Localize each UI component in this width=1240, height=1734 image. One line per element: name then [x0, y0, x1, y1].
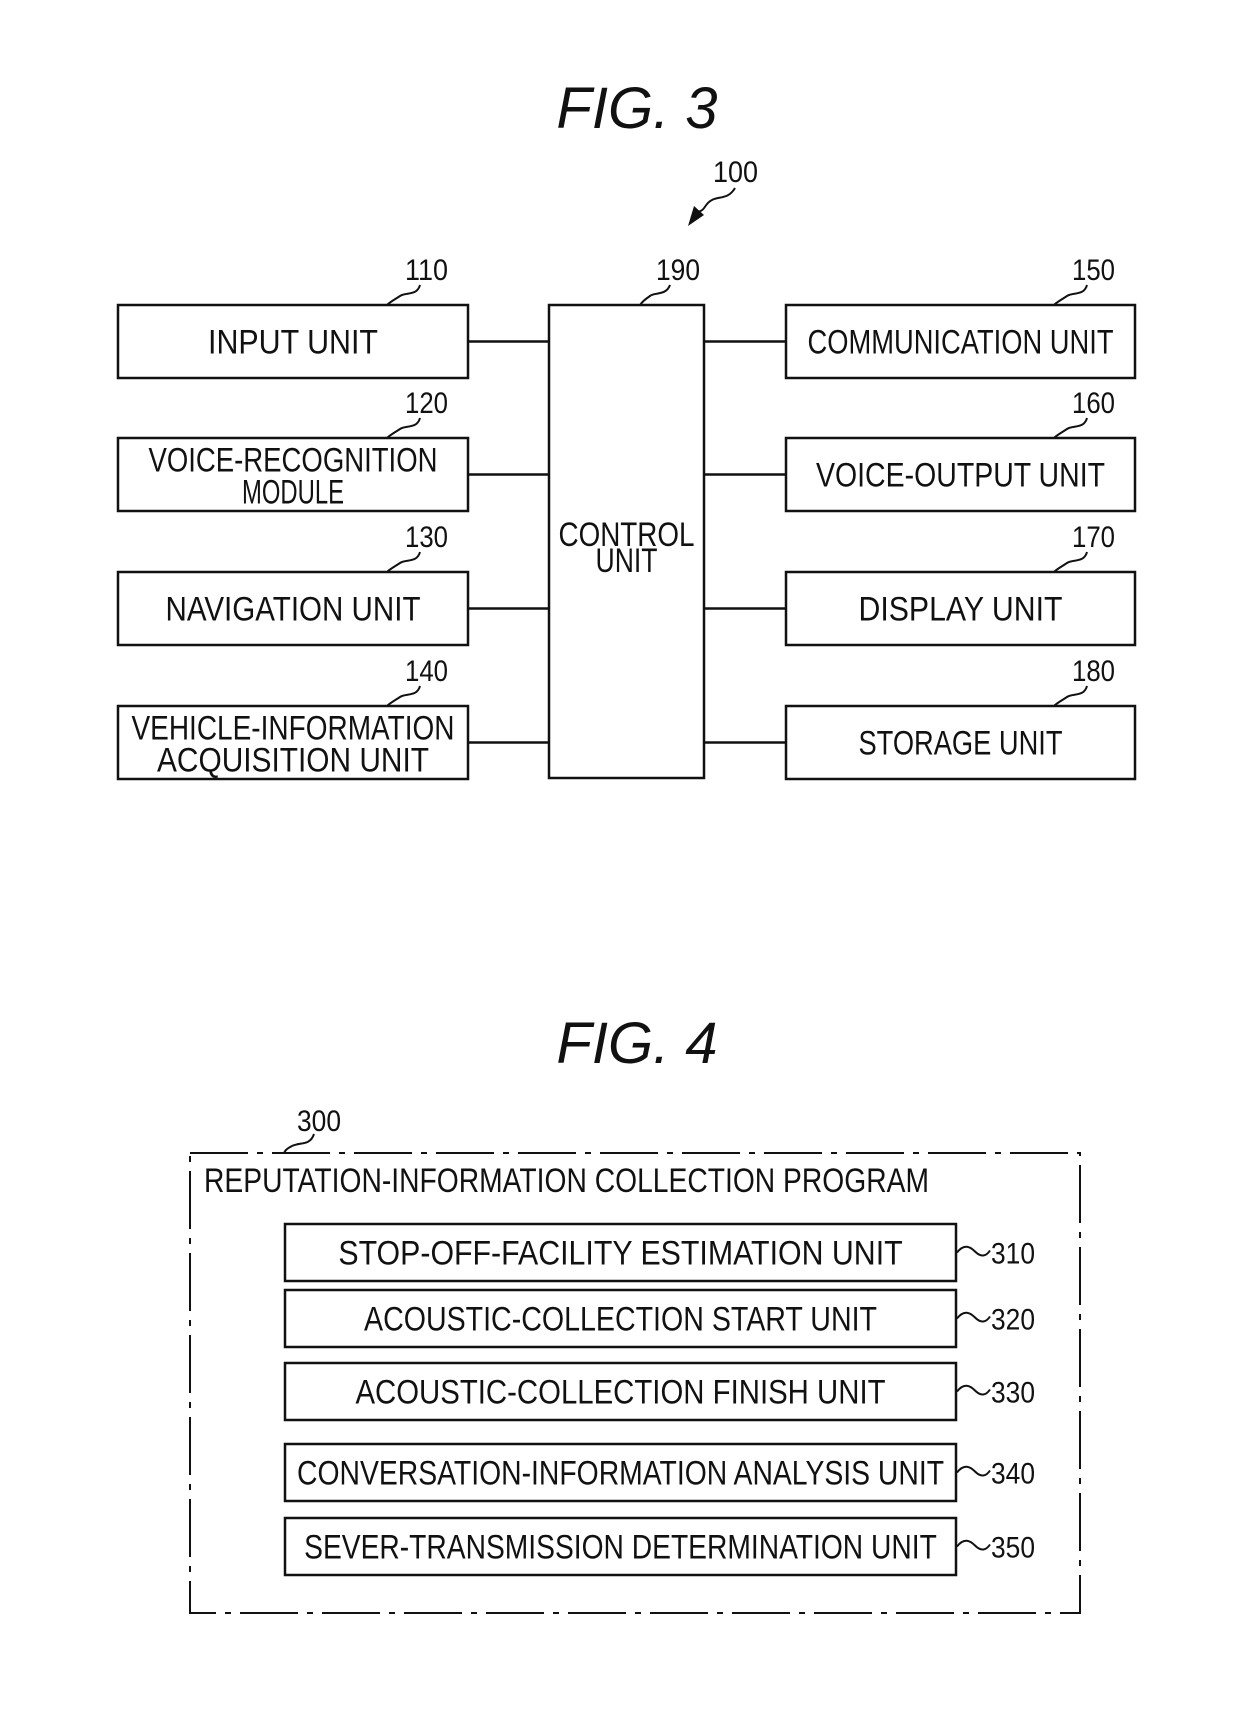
right-unit-150: 150 COMMUNICATION UNIT	[704, 254, 1137, 380]
unit-label-line: ACQUISITION UNIT	[157, 742, 429, 780]
ref-leader	[386, 685, 421, 707]
unit-label-line: MODULE	[242, 474, 344, 512]
module-340: CONVERSATION-INFORMATION ANALYSIS UNIT 34…	[283, 1442, 1035, 1503]
unit-label-line: INPUT UNIT	[208, 324, 378, 362]
module-310: STOP-OFF-FACILITY ESTIMATION UNIT 310	[283, 1222, 1035, 1283]
fig4-title: FIG. 4	[556, 1011, 717, 1076]
control-unit-ref: 190	[656, 254, 700, 287]
ref-leader	[386, 284, 421, 306]
arrow-head-icon	[688, 206, 704, 226]
left-unit-130: 130 NAVIGATION UNIT	[116, 521, 549, 647]
tilde-leader-icon	[956, 1465, 991, 1477]
program-module-list: STOP-OFF-FACILITY ESTIMATION UNIT 310 ACOU…	[283, 1222, 1035, 1577]
unit-label-line: NAVIGATION UNIT	[166, 591, 421, 629]
unit-label-line: DISPLAY UNIT	[859, 591, 1063, 629]
unit-ref-number: 170	[1072, 521, 1115, 554]
right-unit-column: 150 COMMUNICATION UNIT 160 VOICE-OUTPUT UNI…	[704, 254, 1137, 781]
program-title: REPUTATION-INFORMATION COLLECTION PROGRA…	[204, 1162, 929, 1200]
module-ref-number: 340	[991, 1458, 1035, 1491]
module-350: SEVER-TRANSMISSION DETERMINATION UNIT 350	[283, 1516, 1035, 1577]
system-ref-leader	[697, 187, 736, 213]
unit-ref-number: 120	[405, 387, 448, 420]
unit-ref-number: 160	[1072, 387, 1115, 420]
module-label: STOP-OFF-FACILITY ESTIMATION UNIT	[338, 1235, 902, 1273]
tilde-leader-icon	[956, 1384, 991, 1396]
left-unit-120: 120VOICE-RECOGNITIONMODULE	[116, 387, 549, 513]
system-ref-number: 100	[713, 156, 758, 189]
program-ref: 300	[297, 1105, 341, 1138]
right-unit-170: 170 DISPLAY UNIT	[704, 521, 1137, 647]
ref-leader	[1053, 284, 1088, 306]
unit-ref-number: 130	[405, 521, 448, 554]
unit-label-line: COMMUNICATION UNIT	[808, 324, 1114, 362]
ref-leader	[1053, 417, 1088, 439]
module-320: ACOUSTIC-COLLECTION START UNIT 320	[283, 1288, 1035, 1349]
module-ref-number: 320	[991, 1304, 1035, 1337]
right-unit-160: 160 VOICE-OUTPUT UNIT	[704, 387, 1137, 513]
tilde-leader-icon	[956, 1245, 991, 1257]
tilde-leader-icon	[956, 1311, 991, 1323]
right-unit-180: 180 STORAGE UNIT	[704, 655, 1137, 781]
module-ref-number: 310	[991, 1238, 1035, 1271]
ref-leader	[1053, 685, 1088, 707]
unit-ref-number: 110	[405, 254, 448, 287]
unit-ref-number: 180	[1072, 655, 1115, 688]
patent-drawing-sheet: FIG. 3 100 190 CONTROL UNIT 110 INPUT UNI…	[116, 76, 1137, 1614]
fig3-title: FIG. 3	[556, 76, 717, 141]
left-unit-column: 110INPUT UNIT120VOICE-RECOGNITIONMODULE1…	[116, 254, 549, 781]
fig3-block-diagram: FIG. 3 100 190 CONTROL UNIT 110 INPUT UNI…	[116, 76, 1137, 781]
left-unit-110: 110 INPUT UNIT	[116, 254, 549, 380]
module-label: SEVER-TRANSMISSION DETERMINATION UNIT	[304, 1529, 937, 1567]
system-reference: 100	[688, 156, 758, 226]
module-label: CONVERSATION-INFORMATION ANALYSIS UNIT	[297, 1455, 944, 1493]
ref-leader	[386, 417, 421, 439]
control-unit-label-line2: UNIT	[596, 542, 658, 580]
unit-label-line: VOICE-OUTPUT UNIT	[816, 457, 1105, 495]
module-ref-number: 330	[991, 1377, 1035, 1410]
tilde-leader-icon	[956, 1539, 991, 1551]
left-unit-140: 140VEHICLE-INFORMATIONACQUISITION UNIT	[116, 655, 549, 781]
module-label: ACOUSTIC-COLLECTION FINISH UNIT	[355, 1374, 885, 1412]
control-unit-leader	[639, 284, 671, 306]
control-unit: 190 CONTROL UNIT	[547, 254, 706, 780]
fig4-program-diagram: FIG. 4 300 REPUTATION-INFORMATION COLLEC…	[189, 1011, 1081, 1614]
unit-ref-number: 140	[405, 655, 448, 688]
module-ref-number: 350	[991, 1532, 1035, 1565]
unit-label-line: STORAGE UNIT	[859, 725, 1063, 763]
ref-leader	[1053, 551, 1088, 573]
unit-ref-number: 150	[1072, 254, 1115, 287]
module-330: ACOUSTIC-COLLECTION FINISH UNIT 330	[283, 1361, 1035, 1422]
ref-leader	[386, 551, 421, 573]
module-label: ACOUSTIC-COLLECTION START UNIT	[364, 1301, 877, 1339]
